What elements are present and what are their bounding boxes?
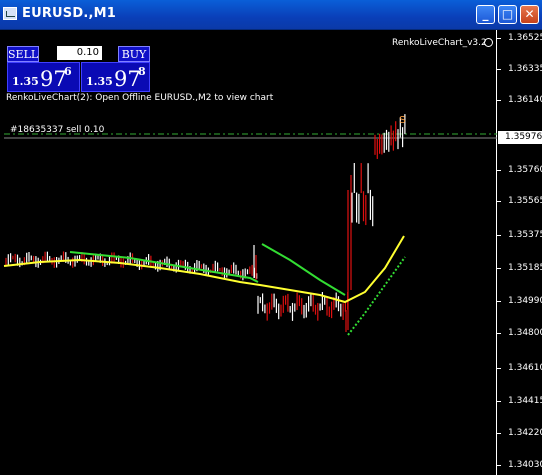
buy-price-pips: 97 — [114, 67, 141, 91]
price-axis-label: 1.35565 — [508, 196, 542, 206]
price-axis-label: 1.36525 — [508, 33, 542, 43]
close-button[interactable]: ✕ — [520, 5, 539, 24]
chart-window-icon — [3, 7, 17, 20]
window-title: EURUSD.,M1 — [22, 6, 117, 21]
price-axis-tick — [497, 465, 501, 466]
price-axis-label: 1.36335 — [508, 64, 542, 74]
price-axis-tick — [497, 100, 501, 101]
price-axis-tick — [497, 268, 501, 269]
price-axis-label: 1.34415 — [508, 396, 542, 406]
order-label[interactable]: #18635337 sell 0.10 — [10, 125, 104, 135]
price-axis-label: 1.34800 — [508, 328, 542, 338]
buy-price-prefix: 1.35 — [86, 75, 113, 88]
price-axis-tick — [497, 333, 501, 334]
price-axis-label: 1.34610 — [508, 363, 542, 373]
sell-button[interactable]: SELL — [7, 46, 39, 62]
price-axis-label: 1.36140 — [508, 95, 542, 105]
price-axis-tick — [497, 69, 501, 70]
price-axis-label: 1.34990 — [508, 296, 542, 306]
renko-info-text: RenkoLiveChart(2): Open Offline EURUSD.,… — [6, 93, 274, 103]
smiley-icon — [484, 38, 493, 47]
signal-marker: S — [399, 115, 406, 126]
price-axis-tick — [497, 368, 501, 369]
sell-price-fraction: 6 — [64, 65, 72, 78]
indicator-name: RenkoLiveChart_v3.2 — [392, 38, 487, 48]
price-axis-label: 1.35375 — [508, 230, 542, 240]
price-axis-tick — [497, 301, 501, 302]
price-axis-tick — [497, 170, 501, 171]
price-axis-tick — [497, 235, 501, 236]
sell-price-pips: 97 — [40, 67, 67, 91]
lot-size-input[interactable] — [57, 46, 102, 60]
price-axis-label: 1.35760 — [508, 165, 542, 175]
price-axis-label: 1.34030 — [508, 460, 542, 470]
price-axis-tick — [497, 38, 501, 39]
price-axis-label: 1.35185 — [508, 263, 542, 273]
price-axis-tick — [497, 433, 501, 434]
buy-price-box[interactable]: 1.35 97 8 — [81, 62, 150, 92]
buy-button[interactable]: BUY — [118, 46, 150, 62]
sell-price-box[interactable]: 1.35 97 6 — [7, 62, 80, 92]
sell-price-prefix: 1.35 — [12, 75, 39, 88]
price-axis-tick — [497, 401, 501, 402]
buy-price-fraction: 8 — [138, 65, 146, 78]
window-titlebar[interactable]: EURUSD.,M1 _ □ ✕ — [0, 0, 542, 30]
price-axis-label: 1.34220 — [508, 428, 542, 438]
price-axis-tick — [497, 201, 501, 202]
minimize-button[interactable]: _ — [476, 5, 495, 24]
maximize-button[interactable]: □ — [498, 5, 517, 24]
current-price-label: 1.35976 — [498, 131, 542, 144]
candles-group — [5, 114, 406, 332]
chart-area[interactable]: S SELL BUY 1.35 97 6 1.35 97 8 RenkoLive… — [0, 30, 542, 475]
